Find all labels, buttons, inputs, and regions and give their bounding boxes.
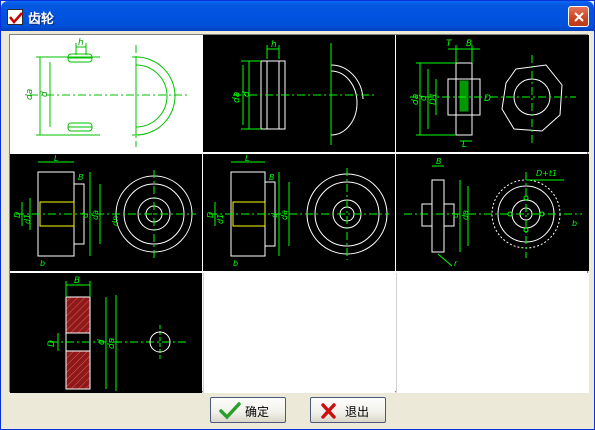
gear-thumbnail-4[interactable]: L B D d da b d1 dn (10, 154, 202, 271)
thumb-3-label-D1: D1 (429, 92, 439, 105)
gear-drawing-4: L B D d da b d1 dn (13, 154, 196, 268)
thumb-2-label-d: d (242, 91, 252, 97)
window-title: 齿轮 (28, 12, 55, 27)
thumb-5-label-da: da (280, 210, 289, 220)
ok-button-label: 确定 (245, 405, 270, 419)
thumb-6-label-b: b (572, 219, 577, 228)
thumb-5-label-d1: d1 (216, 214, 225, 224)
thumb-5-label-L: L (245, 154, 249, 163)
thumb-3-label-D: D (484, 94, 491, 104)
gear-drawing-7: B D d da (47, 276, 188, 391)
gear-dialog-window: 齿轮 h da d h da d T B da d D1 D L L B D d… (0, 0, 595, 430)
thumb-4-label-B: B (78, 173, 84, 182)
thumb-3-label-L: L (462, 140, 467, 150)
thumb-1-label-da: da (25, 89, 35, 100)
thumb-3-label-B: B (466, 39, 472, 49)
thumb-1-label-h: h (78, 38, 84, 48)
gear-drawing-5: L B D d da b d1 (206, 154, 389, 268)
thumb-2-label-h: h (271, 40, 277, 50)
title-bar[interactable]: 齿轮 (1, 1, 594, 31)
thumb-7-label-da: da (107, 338, 117, 349)
thumb-6-label-B: B (436, 157, 442, 166)
thumb-7-label-B: B (74, 276, 80, 286)
thumb-6-label-D+t1: D+t1 (536, 169, 557, 178)
thumb-7-label-D: D (47, 340, 57, 347)
empty-cell (396, 273, 589, 393)
gear-thumbnail-1[interactable]: h da d (10, 35, 202, 152)
gear-thumbnail-5[interactable]: L B D d da b d1 (203, 154, 395, 271)
checkmark-app-icon (7, 9, 23, 25)
gear-thumbnail-7[interactable]: B D d da (10, 273, 202, 393)
gear-thumbnail-grid: h da d h da d T B da d D1 D L L B D d da… (9, 34, 589, 393)
thumb-3-label-T: T (446, 39, 453, 49)
empty-cell (203, 273, 395, 393)
green-check-icon (219, 402, 241, 420)
close-button[interactable] (568, 6, 589, 27)
thumb-1-label-d: d (40, 91, 50, 97)
exit-button[interactable]: 退出 (310, 397, 386, 423)
thumb-6-label-r: r (454, 259, 458, 268)
thumb-4-label-da: da (91, 210, 100, 220)
gear-drawing-3: T B da d D1 D L (410, 39, 576, 150)
thumb-6-label-da: da (461, 210, 470, 220)
red-x-icon (321, 403, 336, 419)
ok-button[interactable]: 确定 (210, 397, 286, 423)
thumb-4-label-D: D (13, 212, 22, 218)
thumb-4-label-d1: d1 (23, 214, 32, 224)
gear-thumbnail-2[interactable]: h da d (203, 35, 395, 152)
thumb-4-label-d: d (81, 212, 90, 218)
thumb-4-label-dn: dn (111, 216, 120, 226)
gear-thumbnail-6[interactable]: B D+t1 d da b r (396, 154, 589, 271)
thumb-3-label-d: d (419, 95, 429, 101)
gear-drawing-6: B D+t1 d da b r (404, 157, 582, 268)
gear-drawing-2: h da d (232, 40, 375, 145)
gear-drawing-1: h da d (25, 38, 190, 147)
thumb-2-label-da: da (232, 92, 242, 103)
thumb-4-label-b: b (40, 259, 45, 268)
exit-button-label: 退出 (345, 405, 370, 419)
thumb-4-label-L: L (54, 154, 58, 163)
thumb-5-label-B: B (269, 173, 275, 182)
close-icon (574, 12, 584, 22)
thumb-5-label-b: b (233, 259, 238, 268)
gear-thumbnail-3[interactable]: T B da d D1 D L (396, 35, 589, 152)
thumb-5-label-D: D (206, 212, 215, 218)
thumb-7-label-d: d (97, 339, 107, 345)
thumb-6-label-d: d (451, 212, 460, 218)
